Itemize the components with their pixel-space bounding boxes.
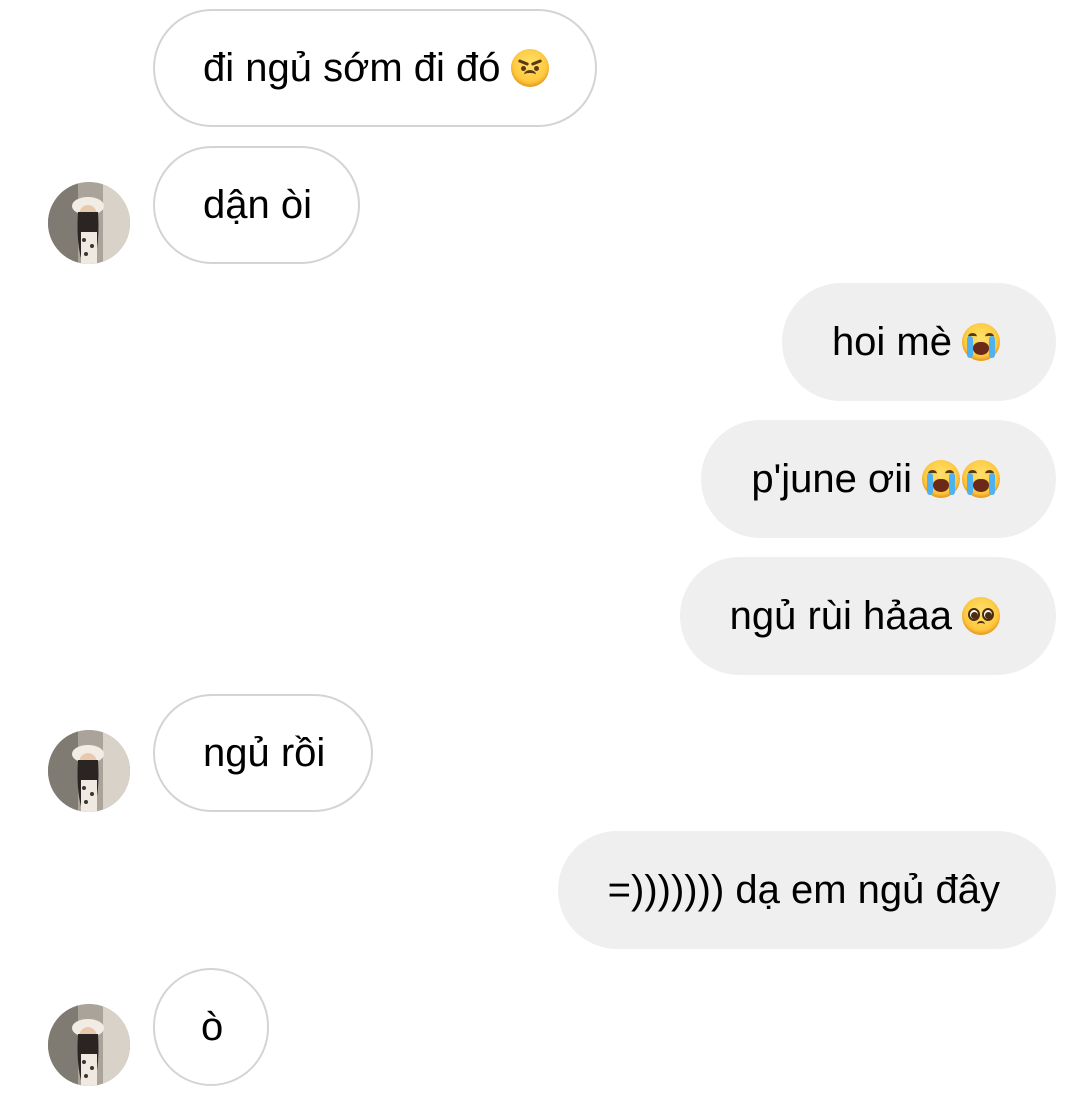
message-text: ngủ rồi	[203, 731, 326, 775]
message-text: ò	[201, 1005, 224, 1049]
received-message-bubble[interactable]: ò	[153, 968, 270, 1086]
contact-avatar[interactable]	[48, 730, 130, 812]
message-text: ngủ rùi hảaa	[729, 594, 952, 638]
contact-avatar[interactable]	[48, 1004, 130, 1086]
loudly-crying-face-icon	[962, 323, 1000, 361]
message-text: dận òi	[203, 183, 312, 227]
angry-face-icon	[510, 49, 549, 87]
contact-avatar[interactable]	[48, 182, 130, 264]
sent-message-bubble[interactable]: =))))))) dạ em ngủ đây	[557, 831, 1056, 949]
received-message-bubble[interactable]: ngủ rồi	[153, 694, 374, 812]
received-message-bubble[interactable]: dận òi	[153, 146, 360, 264]
loudly-crying-face-icon	[922, 460, 960, 498]
sent-message-bubble[interactable]: ngủ rùi hảaa	[679, 557, 1056, 675]
message-text: hoi mè	[831, 320, 952, 364]
sent-message-bubble[interactable]: hoi mè	[781, 283, 1056, 401]
sent-message-bubble[interactable]: p'june ơii	[701, 420, 1056, 538]
received-message-bubble[interactable]: đi ngủ sớm đi đó	[153, 9, 597, 127]
message-text: =))))))) dạ em ngủ đây	[607, 868, 1000, 912]
message-text: đi ngủ sớm đi đó	[203, 46, 501, 90]
pleading-face-icon	[962, 597, 1000, 635]
message-text: p'june ơii	[751, 457, 912, 501]
loudly-crying-face-icon	[962, 460, 1000, 498]
